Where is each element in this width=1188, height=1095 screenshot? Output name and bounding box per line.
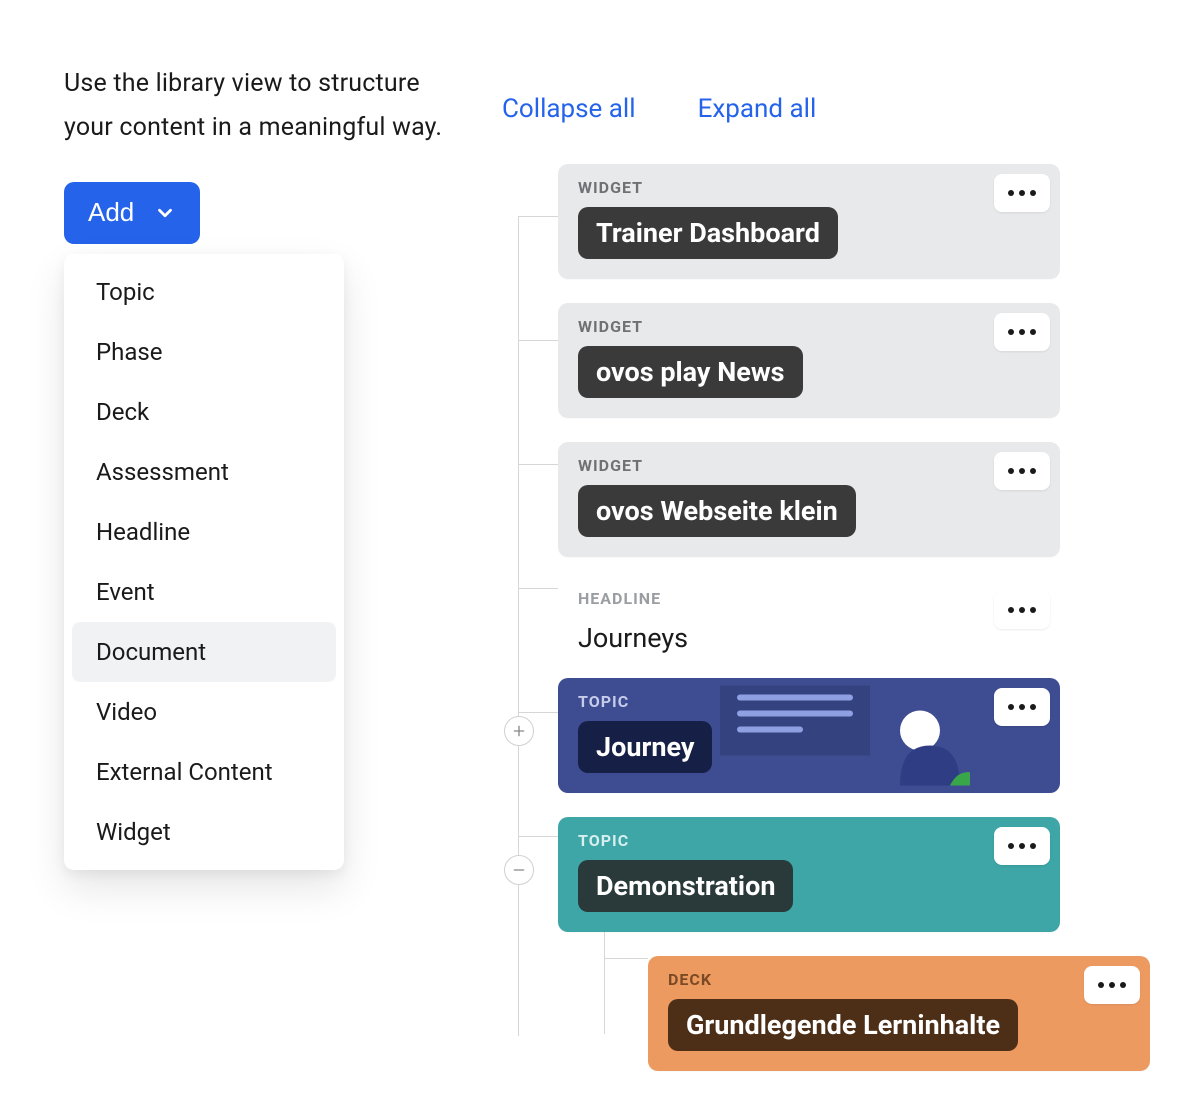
node-type-label: WIDGET — [578, 178, 1040, 197]
add-menu-item-document[interactable]: Document — [72, 622, 336, 682]
node-menu-button[interactable] — [994, 174, 1050, 212]
collapse-all-link[interactable]: Collapse all — [502, 94, 636, 124]
node-headline[interactable]: HEADLINE Journeys — [558, 581, 1060, 654]
node-widget[interactable]: WIDGET ovos play News — [558, 303, 1060, 418]
node-title: Journey — [578, 721, 712, 773]
plus-icon — [511, 723, 527, 739]
node-menu-button[interactable] — [994, 688, 1050, 726]
node-type-label: DECK — [668, 970, 1130, 989]
chevron-down-icon — [154, 202, 176, 224]
add-menu-item-video[interactable]: Video — [72, 682, 336, 742]
node-topic-journey[interactable]: TOPIC Journey — [558, 678, 1060, 793]
node-title: ovos play News — [578, 346, 803, 398]
node-title: Demonstration — [578, 860, 793, 912]
node-type-label: WIDGET — [578, 456, 1040, 475]
add-menu-item-widget[interactable]: Widget — [72, 802, 336, 862]
node-menu-button[interactable] — [994, 313, 1050, 351]
node-type-label: TOPIC — [578, 692, 1040, 711]
add-menu-item-assessment[interactable]: Assessment — [72, 442, 336, 502]
node-deck[interactable]: DECK Grundlegende Lerninhalte — [648, 956, 1150, 1071]
node-type-label: WIDGET — [578, 317, 1040, 336]
collapse-toggle[interactable] — [504, 855, 534, 885]
expand-toggle[interactable] — [504, 716, 534, 746]
add-menu-item-topic[interactable]: Topic — [72, 262, 336, 322]
node-widget[interactable]: WIDGET Trainer Dashboard — [558, 164, 1060, 279]
add-button[interactable]: Add — [64, 182, 200, 244]
add-menu-item-external-content[interactable]: External Content — [72, 742, 336, 802]
node-menu-button[interactable] — [994, 591, 1050, 629]
add-menu-item-deck[interactable]: Deck — [72, 382, 336, 442]
node-widget[interactable]: WIDGET ovos Webseite klein — [558, 442, 1060, 557]
minus-icon — [511, 862, 527, 878]
node-type-label: TOPIC — [578, 831, 1040, 850]
add-button-label: Add — [88, 197, 134, 228]
library-intro: Use the library view to structure your c… — [64, 62, 444, 150]
expand-all-link[interactable]: Expand all — [698, 94, 817, 124]
node-title: Journeys — [578, 622, 1040, 654]
node-topic-demo[interactable]: TOPIC Demonstration — [558, 817, 1060, 932]
add-dropdown: TopicPhaseDeckAssessmentHeadlineEventDoc… — [64, 254, 344, 870]
node-type-label: HEADLINE — [578, 589, 1040, 608]
node-title: Trainer Dashboard — [578, 207, 838, 259]
node-menu-button[interactable] — [994, 827, 1050, 865]
node-title: Grundlegende Lerninhalte — [668, 999, 1018, 1051]
add-menu-item-phase[interactable]: Phase — [72, 322, 336, 382]
node-title: ovos Webseite klein — [578, 485, 856, 537]
node-menu-button[interactable] — [994, 452, 1050, 490]
add-menu-item-event[interactable]: Event — [72, 562, 336, 622]
add-menu-item-headline[interactable]: Headline — [72, 502, 336, 562]
node-menu-button[interactable] — [1084, 966, 1140, 1004]
